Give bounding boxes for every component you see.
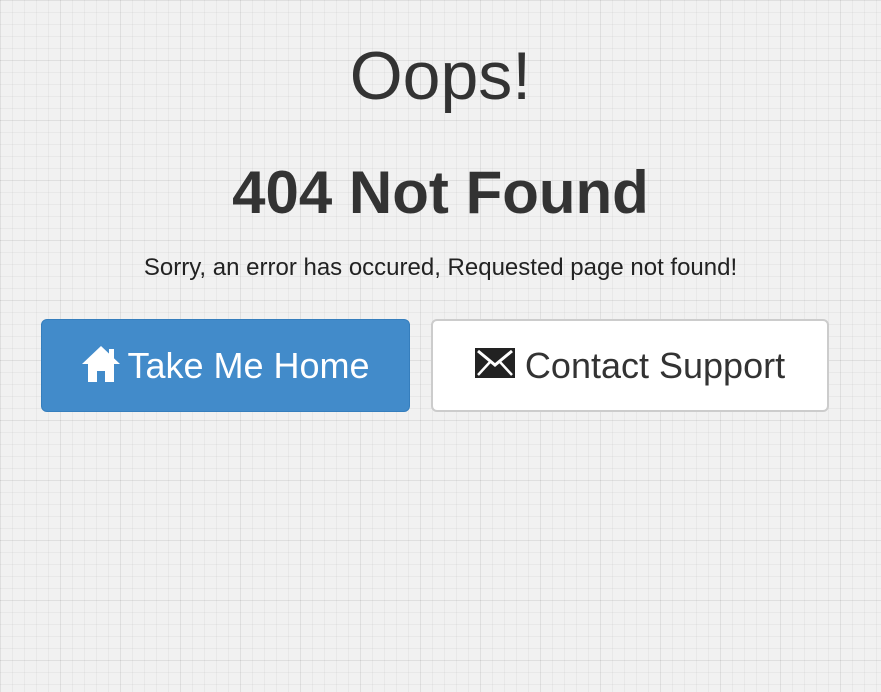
- error-details: Sorry, an error has occured, Requested p…: [143, 254, 738, 281]
- contact-support-button[interactable]: Contact Support: [431, 319, 829, 412]
- home-icon: [81, 344, 121, 384]
- take-me-home-button[interactable]: Take Me Home: [41, 319, 410, 412]
- page-title: Oops!: [349, 38, 532, 114]
- error-code-heading: 404 Not Found: [232, 159, 649, 226]
- envelope-icon: [474, 347, 515, 378]
- contact-support-label: Contact Support: [524, 344, 786, 386]
- take-me-home-label: Take Me Home: [127, 344, 370, 386]
